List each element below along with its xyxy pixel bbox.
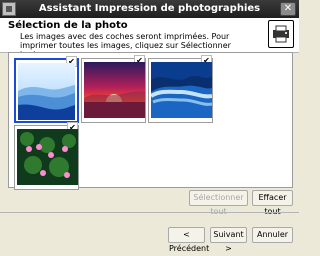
- blue-hills-image: [18, 63, 75, 120]
- photo-list[interactable]: ✔ ✔ ✔ ✔: [8, 52, 293, 190]
- title-bar[interactable]: Assistant Impression de photographies ✕: [0, 0, 299, 18]
- select-all-button[interactable]: Sélectionner tout: [189, 190, 248, 216]
- photo-thumbnail-sunset[interactable]: ✔: [81, 55, 146, 123]
- close-button[interactable]: ✕: [280, 2, 296, 16]
- cancel-button[interactable]: Annuler: [252, 227, 293, 243]
- water-lilies-image: [17, 129, 78, 185]
- printer-icon: [268, 20, 294, 48]
- next-button[interactable]: Suivant >: [210, 227, 247, 253]
- photo-thumbnail-blue-hills[interactable]: ✔: [14, 56, 79, 123]
- previous-button[interactable]: < Précédent: [168, 227, 209, 253]
- photo-thumbnail-water-lilies[interactable]: ✔: [14, 122, 79, 190]
- page-title: Sélection de la photo: [8, 20, 128, 31]
- photo-thumbnail-wave[interactable]: ✔: [148, 55, 213, 123]
- footer-divider: [0, 212, 299, 213]
- window-title: Assistant Impression de photographies: [38, 3, 261, 14]
- wizard-header: Sélection de la photo Les images avec de…: [0, 18, 299, 59]
- print-wizard-window: Assistant Impression de photographies ✕ …: [0, 0, 299, 253]
- clear-all-button[interactable]: Effacer tout: [252, 190, 293, 216]
- wave-image: [151, 62, 212, 118]
- sunset-image: [84, 62, 145, 118]
